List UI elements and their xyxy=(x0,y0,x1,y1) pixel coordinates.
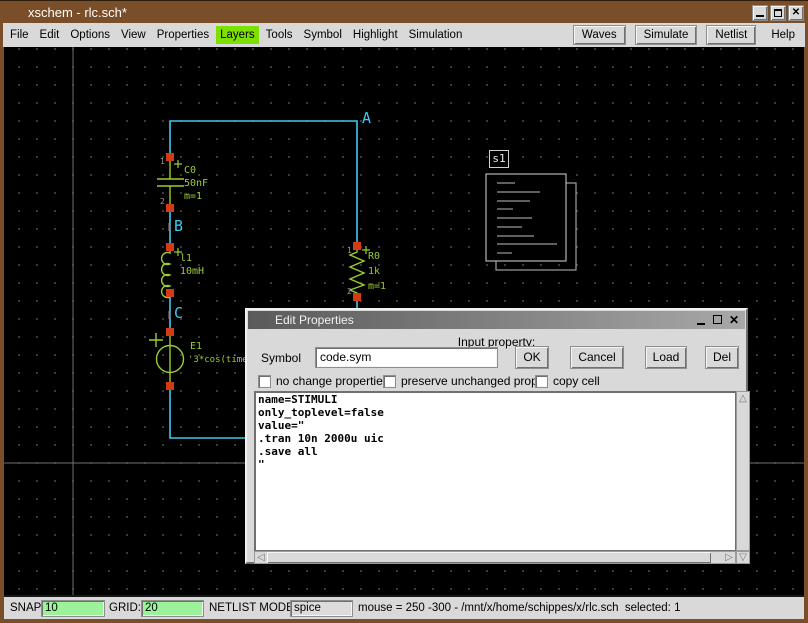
close-icon: ✕ xyxy=(727,313,741,327)
menu-view[interactable]: View xyxy=(117,26,150,44)
node-label-b[interactable]: B xyxy=(174,217,183,235)
snap-label: SNAP: xyxy=(10,602,45,614)
symbol-input[interactable]: code.sym xyxy=(315,347,498,368)
preserve-unchanged-props-label: preserve unchanged props xyxy=(401,374,544,388)
title-bar[interactable]: xschem - rlc.sch* ✕ xyxy=(0,1,808,23)
maximize-icon xyxy=(774,9,782,17)
dialog-minimize-button[interactable] xyxy=(695,313,709,327)
window-maximize-button[interactable] xyxy=(770,5,786,21)
dialog-maximize-button[interactable] xyxy=(711,313,725,327)
dialog-title-bar[interactable]: Edit Properties ✕ xyxy=(248,311,745,329)
copy-cell-label: copy cell xyxy=(553,374,600,388)
close-icon: ✕ xyxy=(789,7,803,19)
inductor-value[interactable]: 10mH xyxy=(180,266,204,277)
window-close-button[interactable]: ✕ xyxy=(788,5,804,21)
resistor-value[interactable]: 1k xyxy=(368,266,380,277)
code-block-ref[interactable]: s1 xyxy=(489,150,509,168)
menu-options[interactable]: Options xyxy=(66,26,114,44)
menu-edit[interactable]: Edit xyxy=(36,26,64,44)
netlist-mode-label: NETLIST MODE: xyxy=(209,602,297,614)
property-textarea[interactable]: name=STIMULI only_toplevel=false value="… xyxy=(254,391,736,551)
window-title: xschem - rlc.sch* xyxy=(28,5,127,20)
symbol-label: Symbol xyxy=(261,351,301,365)
source-symbol[interactable] xyxy=(149,332,184,386)
capacitor-mult[interactable]: m=1 xyxy=(184,191,202,202)
netlist-mode-input[interactable]: spice xyxy=(290,600,353,617)
dialog-close-button[interactable]: ✕ xyxy=(727,313,741,327)
window-minimize-button[interactable] xyxy=(752,5,768,21)
menu-simulation[interactable]: Simulation xyxy=(405,26,467,44)
property-text: name=STIMULI only_toplevel=false value="… xyxy=(258,393,735,471)
no-change-properties-label: no change properties xyxy=(276,374,389,388)
netlist-button[interactable]: Netlist xyxy=(706,25,756,45)
dialog-title: Edit Properties xyxy=(275,313,354,327)
preserve-unchanged-props-checkbox[interactable] xyxy=(383,375,396,388)
xschem-window: xschem - rlc.sch* ✕ File Edit Options Vi… xyxy=(0,0,808,623)
snap-input[interactable]: 10 xyxy=(41,600,105,617)
inductor-ref[interactable]: l1 xyxy=(180,253,192,264)
scroll-down-icon: ▽ xyxy=(737,552,749,563)
vertical-scrollbar[interactable]: △ xyxy=(736,391,750,551)
copy-cell-checkbox[interactable] xyxy=(535,375,548,388)
menu-symbol[interactable]: Symbol xyxy=(300,26,346,44)
resistor-pin2: 2 xyxy=(347,287,352,296)
menu-properties[interactable]: Properties xyxy=(153,26,213,44)
capacitor-pin2: 2 xyxy=(160,197,165,206)
source-ref[interactable]: E1 xyxy=(190,341,202,352)
no-change-properties-checkbox[interactable] xyxy=(258,375,271,388)
scroll-down-button[interactable]: ▽ xyxy=(736,551,750,564)
resistor-symbol[interactable] xyxy=(350,246,370,297)
load-button[interactable]: Load xyxy=(645,346,687,369)
horizontal-scrollbar[interactable]: ◁ ▷ xyxy=(254,551,736,564)
menu-highlight[interactable]: Highlight xyxy=(349,26,402,44)
resistor-mult[interactable]: m=1 xyxy=(368,281,386,292)
minimize-icon xyxy=(697,323,705,325)
menu-bar: File Edit Options View Properties Layers… xyxy=(3,23,805,47)
code-block-symbol[interactable] xyxy=(486,174,576,270)
cancel-button[interactable]: Cancel xyxy=(570,346,624,369)
mouse-status-text: mouse = 250 -300 - /mnt/x/home/schippes/… xyxy=(358,602,680,614)
maximize-icon xyxy=(713,315,722,324)
status-bar: SNAP: 10 GRID: 20 NETLIST MODE: spice mo… xyxy=(4,595,804,619)
capacitor-pin1: 1 xyxy=(160,157,165,166)
horizontal-scroll-thumb[interactable] xyxy=(267,552,711,563)
menu-file[interactable]: File xyxy=(6,26,33,44)
edit-properties-dialog: Edit Properties ✕ Input property: Symbol… xyxy=(245,308,748,564)
node-label-a[interactable]: A xyxy=(362,109,371,127)
menu-layers[interactable]: Layers xyxy=(216,26,259,44)
grid-label: GRID: xyxy=(109,602,141,614)
scroll-up-icon[interactable]: △ xyxy=(737,393,749,404)
capacitor-value[interactable]: 50nF xyxy=(184,178,208,189)
scroll-left-icon[interactable]: ◁ xyxy=(255,552,267,563)
capacitor-ref[interactable]: C0 xyxy=(184,165,196,176)
waves-button[interactable]: Waves xyxy=(573,25,626,45)
simulate-button[interactable]: Simulate xyxy=(635,25,698,45)
grid-input[interactable]: 20 xyxy=(141,600,204,617)
scroll-right-icon[interactable]: ▷ xyxy=(723,552,735,563)
resistor-ref[interactable]: R0 xyxy=(368,251,380,262)
node-label-c[interactable]: C xyxy=(174,304,183,322)
del-button[interactable]: Del xyxy=(705,346,739,369)
resistor-pin1: 1 xyxy=(347,246,352,255)
minimize-icon xyxy=(756,15,764,17)
ok-button[interactable]: OK xyxy=(515,346,549,369)
menu-tools[interactable]: Tools xyxy=(262,26,297,44)
menu-help[interactable]: Help xyxy=(765,26,801,44)
